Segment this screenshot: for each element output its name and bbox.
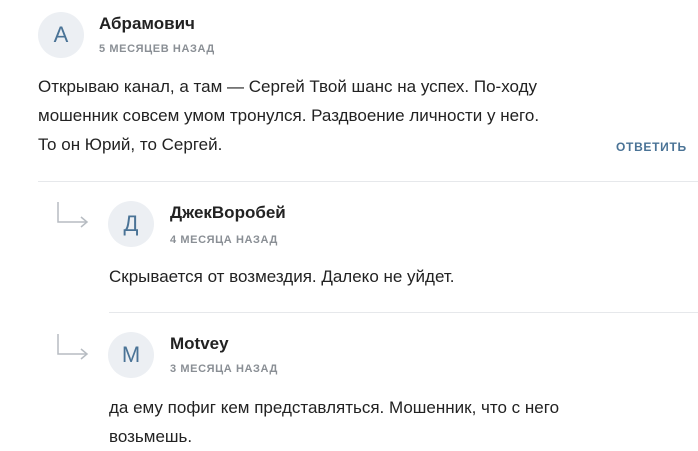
comment-text-line: возьмешь. <box>109 427 193 446</box>
comment-text: да ему пофиг кем представляться. Мошенни… <box>109 393 559 451</box>
reply-button[interactable]: ОТВЕТИТЬ <box>616 140 687 154</box>
avatar[interactable]: М <box>108 332 154 378</box>
comment-timestamp: 4 МЕСЯЦА НАЗАД <box>170 234 278 246</box>
comment-text-line: Скрывается от возмездия. Далеко не уйдет… <box>109 267 455 286</box>
comment-timestamp: 3 МЕСЯЦА НАЗАД <box>170 363 278 375</box>
avatar-letter: М <box>121 342 141 367</box>
comment-author[interactable]: ДжекВоробей <box>170 203 286 223</box>
comment-text-line: мошенник совсем умом тронулся. Раздвоени… <box>38 106 540 125</box>
comment-divider <box>38 181 698 182</box>
comment-text: Открываю канал, а там — Сергей Твой шанс… <box>38 72 539 159</box>
comment-author[interactable]: Абрамович <box>99 14 195 34</box>
avatar-letter: А <box>53 22 69 47</box>
comment-timestamp: 5 МЕСЯЦЕВ НАЗАД <box>99 43 215 55</box>
avatar[interactable]: А <box>38 12 84 58</box>
avatar[interactable]: Д <box>108 201 154 247</box>
reply-arrow-icon <box>57 334 89 360</box>
comment-text-line: да ему пофиг кем представляться. Мошенни… <box>109 398 560 417</box>
avatar-letter: Д <box>123 211 139 236</box>
comment-text: Скрывается от возмездия. Далеко не уйдет… <box>109 262 455 291</box>
comment-text-line: Открываю канал, а там — Сергей Твой шанс… <box>38 77 538 96</box>
comment-text-line: То он Юрий, то Сергей. <box>38 135 223 154</box>
comment-author[interactable]: Motvey <box>170 334 229 354</box>
comment-divider <box>109 312 698 313</box>
reply-arrow-icon <box>57 202 89 228</box>
